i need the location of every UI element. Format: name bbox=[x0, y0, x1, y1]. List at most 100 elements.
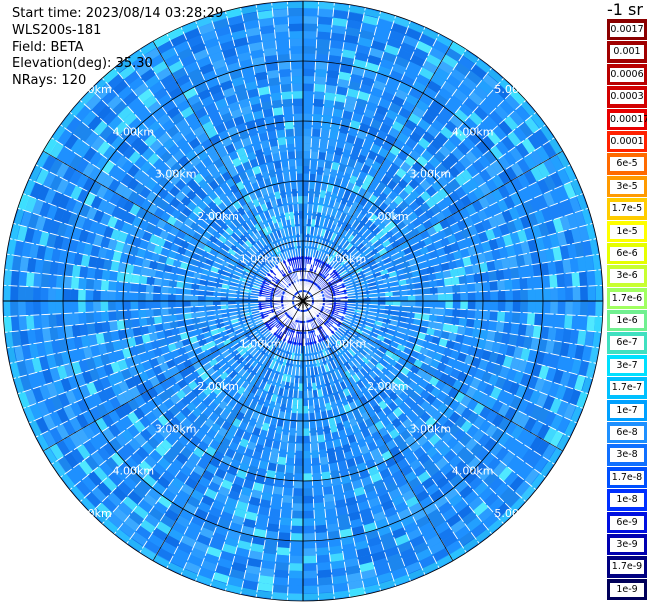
ppi-gate bbox=[290, 533, 303, 541]
ppi-gate bbox=[311, 457, 321, 466]
ppi-gate bbox=[295, 151, 303, 159]
ppi-gate bbox=[557, 301, 566, 315]
colorbar-units: -1 sr bbox=[607, 0, 643, 19]
ppi-gate bbox=[303, 488, 314, 496]
ppi-gate bbox=[295, 428, 303, 436]
ppi-gate bbox=[130, 301, 139, 311]
ppi-gate bbox=[168, 286, 177, 295]
ppi-gate bbox=[303, 525, 316, 534]
ppi-gate bbox=[310, 435, 318, 444]
ppi-gate bbox=[303, 151, 311, 159]
colorbar-tick-label: 1e-5 bbox=[610, 224, 644, 239]
ppi-gate bbox=[275, 554, 290, 564]
ppi-gate bbox=[295, 158, 303, 167]
ppi-gate bbox=[564, 314, 573, 330]
ppi-gate bbox=[303, 533, 316, 541]
ppi-gate bbox=[326, 69, 340, 79]
ppi-gate bbox=[519, 312, 528, 325]
ppi-gate bbox=[430, 301, 438, 309]
ppi-gate bbox=[303, 218, 308, 227]
ppi-gate bbox=[276, 129, 286, 139]
ppi-gate bbox=[525, 264, 535, 278]
ppi-gate bbox=[312, 121, 322, 130]
ppi-gate bbox=[153, 293, 161, 301]
ppi-gate bbox=[40, 273, 50, 288]
ppi-gate bbox=[290, 61, 303, 69]
ppi-gate bbox=[303, 375, 308, 384]
ppi-gate bbox=[175, 301, 184, 308]
ppi-gate bbox=[303, 173, 310, 182]
ppi-gate bbox=[266, 69, 280, 79]
ppi-gate bbox=[287, 585, 303, 594]
ppi-gate bbox=[288, 578, 303, 586]
ppi-gate bbox=[465, 274, 475, 284]
ppi-gate bbox=[25, 271, 35, 287]
ppi-gate bbox=[270, 501, 282, 510]
ppi-gate bbox=[78, 289, 86, 301]
ppi-gate bbox=[303, 166, 311, 174]
ppi-gate bbox=[324, 92, 336, 101]
ppi-gate bbox=[100, 290, 109, 301]
ppi-gate bbox=[63, 301, 71, 314]
ppi-gate bbox=[33, 314, 42, 330]
ppi-gate bbox=[18, 271, 28, 287]
ppi-gate bbox=[303, 570, 318, 579]
ppi-gate bbox=[63, 313, 72, 327]
ppi-gate bbox=[324, 501, 336, 510]
ppi-gate bbox=[535, 301, 543, 314]
ppi-gate bbox=[452, 284, 461, 294]
ppi-gate bbox=[510, 322, 520, 336]
ppi-gate bbox=[303, 405, 309, 414]
ppi-gate bbox=[123, 301, 131, 311]
ppi-gate bbox=[313, 83, 326, 93]
ppi-gate bbox=[282, 487, 294, 496]
ppi-gate bbox=[496, 311, 506, 323]
ppi-gate bbox=[296, 420, 303, 429]
ppi-gate bbox=[292, 91, 303, 99]
ppi-gate bbox=[399, 306, 408, 312]
ppi-gate bbox=[108, 280, 117, 292]
ppi-gate bbox=[314, 517, 327, 526]
range-ring-label: 5.00km bbox=[494, 83, 536, 96]
ppi-gate bbox=[283, 113, 294, 122]
ppi-gate bbox=[488, 270, 497, 282]
ppi-gate bbox=[303, 450, 312, 459]
colorbar-cell: 6e-6 bbox=[607, 241, 647, 265]
ppi-gate bbox=[314, 68, 328, 78]
ppi-gate bbox=[292, 488, 303, 496]
ppi-gate bbox=[272, 8, 289, 18]
field-label: Field: BETA bbox=[12, 40, 84, 55]
ppi-gate bbox=[313, 502, 325, 511]
ppi-gate bbox=[482, 281, 491, 292]
colorbar-cell: 1e-5 bbox=[607, 219, 647, 242]
ppi-gate bbox=[400, 301, 408, 307]
ppi-gate bbox=[160, 293, 169, 301]
ppi-gate bbox=[292, 397, 298, 406]
ppi-gate bbox=[520, 289, 528, 301]
ppi-gate bbox=[586, 270, 596, 287]
ppi-gate bbox=[18, 301, 26, 316]
ppi-gate bbox=[292, 196, 298, 205]
ppi-gate bbox=[298, 218, 303, 227]
ppi-gate bbox=[303, 16, 318, 24]
ppi-gate bbox=[511, 278, 521, 291]
ppi-gate bbox=[273, 16, 289, 26]
range-ring-label: 3.00km bbox=[409, 422, 451, 435]
ppi-gate bbox=[313, 494, 325, 504]
ppi-gate bbox=[294, 450, 303, 459]
ppi-gate bbox=[488, 320, 497, 332]
ppi-gate bbox=[437, 301, 446, 309]
ppi-gate bbox=[303, 106, 314, 114]
ppi-gate bbox=[271, 99, 283, 109]
ppi-gate bbox=[320, 129, 330, 139]
ppi-gate bbox=[93, 279, 102, 291]
colorbar-tick-label: 3e-6 bbox=[610, 269, 644, 284]
ppi-gate bbox=[85, 301, 94, 313]
ppi-gate bbox=[294, 458, 303, 466]
ppi-gate bbox=[288, 23, 303, 32]
ppi-gate bbox=[310, 158, 318, 167]
ppi-gate bbox=[267, 515, 281, 525]
ppi-gate bbox=[48, 301, 56, 315]
ppi-gate bbox=[303, 61, 316, 69]
ppi-gate bbox=[138, 309, 147, 319]
